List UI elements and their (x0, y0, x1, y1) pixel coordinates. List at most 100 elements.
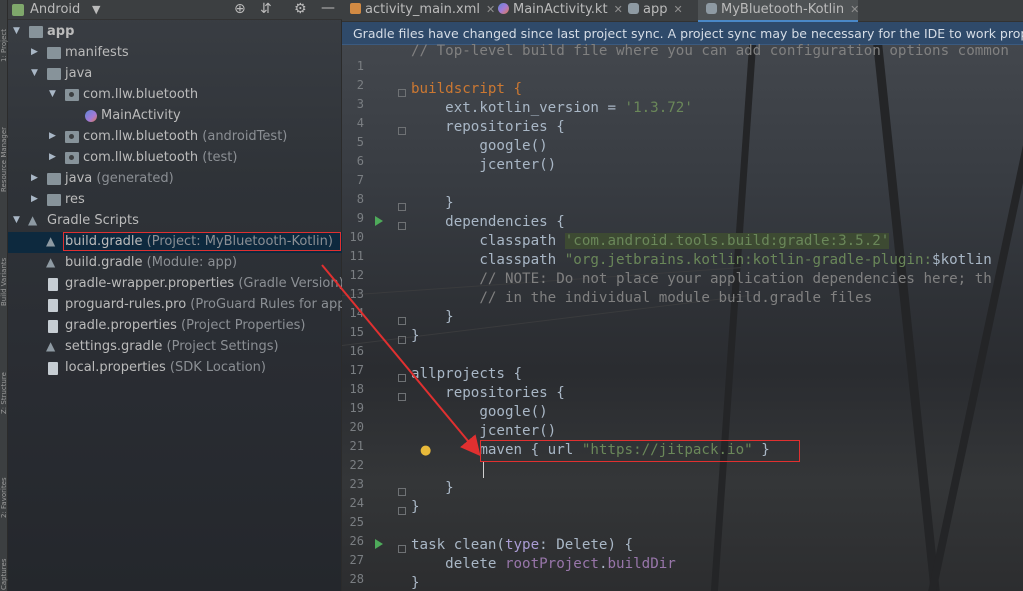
code-line[interactable]: jcenter() (411, 156, 1023, 175)
tree-item-package[interactable]: ▼ com.llw.bluetooth (8, 85, 342, 106)
tool-tab-resource-manager[interactable]: Resource Manager (0, 92, 8, 192)
fold-marker-icon[interactable] (398, 488, 406, 496)
code-line[interactable]: classpath 'com.android.tools.build:gradl… (411, 232, 1023, 251)
tool-tab-project[interactable]: 1: Project (0, 2, 8, 62)
chevron-down-icon[interactable]: ▼ (92, 3, 100, 16)
code-line[interactable]: repositories { (411, 118, 1023, 137)
tree-item-settings-gradle[interactable]: ▲ settings.gradle (Project Settings) (8, 337, 342, 358)
code-line[interactable]: ext.kotlin_version = '1.3.72' (411, 99, 1023, 118)
properties-file-icon (48, 278, 58, 291)
tree-item-proguard[interactable]: proguard-rules.pro (ProGuard Rules for a… (8, 295, 351, 316)
tool-tab-favorites[interactable]: 2: Favorites (0, 438, 8, 518)
chevron-right-icon[interactable]: ▶ (31, 173, 38, 183)
tree-item-label: com.llw.bluetooth (83, 87, 199, 102)
tab-app[interactable]: app ✕ (620, 0, 696, 22)
tree-item-gradle-scripts[interactable]: ▼ ▲ Gradle Scripts (8, 211, 342, 232)
code-line[interactable]: buildscript { (411, 80, 1023, 99)
tree-item-hint: (Project Settings) (166, 339, 279, 354)
tree-item-build-gradle-module[interactable]: ▲ build.gradle (Module: app) (8, 253, 342, 274)
fold-marker-icon[interactable] (398, 317, 406, 325)
fold-marker-icon[interactable] (398, 545, 406, 553)
code-line[interactable]: } (411, 574, 1023, 591)
tree-item-hint: (Module: app) (146, 255, 238, 270)
close-icon[interactable]: ✕ (850, 3, 859, 16)
code-line[interactable]: } (411, 194, 1023, 213)
gear-icon[interactable]: ⚙ (294, 1, 307, 17)
close-icon[interactable]: ✕ (673, 3, 682, 16)
code-line[interactable]: google() (411, 137, 1023, 156)
tree-item-app[interactable]: ▼ app (8, 22, 342, 43)
line-number: 23 (349, 477, 364, 491)
code-line[interactable]: dependencies { (411, 213, 1023, 232)
gradle-icon (628, 3, 639, 14)
tree-item-package-androidtest[interactable]: ▶ com.llw.bluetooth (androidTest) (8, 127, 342, 148)
code-line[interactable]: // Top-level build file where you can ad… (411, 42, 1023, 61)
chevron-down-icon[interactable]: ▼ (13, 215, 20, 225)
collapse-icon[interactable]: ⇵ (260, 1, 272, 17)
tree-item-java-generated[interactable]: ▶ java (generated) (8, 169, 342, 190)
run-gutter-icon[interactable] (375, 216, 383, 226)
tree-item-gradle-wrapper[interactable]: gradle-wrapper.properties (Gradle Versio… (8, 274, 344, 295)
code-line[interactable]: allprojects { (411, 365, 1023, 384)
chevron-down-icon[interactable]: ▼ (31, 68, 38, 78)
fold-marker-icon[interactable] (398, 393, 406, 401)
line-number: 28 (349, 572, 364, 586)
code-line[interactable]: // in the individual module build.gradle… (411, 289, 1023, 308)
fold-marker-icon[interactable] (398, 336, 406, 344)
fold-marker-icon[interactable] (398, 374, 406, 382)
tree-item-hint: (Project: MyBluetooth-Kotlin) (146, 234, 333, 249)
run-gutter-icon[interactable] (375, 539, 383, 549)
chevron-down-icon[interactable]: ▼ (13, 26, 20, 36)
tool-tab-build-variants[interactable]: Build Variants (0, 226, 8, 306)
fold-marker-icon[interactable] (398, 507, 406, 515)
code-line[interactable]: google() (411, 403, 1023, 422)
fold-marker-icon[interactable] (398, 203, 406, 211)
tree-item-res[interactable]: ▶ res (8, 190, 342, 211)
tree-item-local-properties[interactable]: local.properties (SDK Location) (8, 358, 342, 379)
tab-mainactivity-kt[interactable]: MainActivity.kt ✕ (490, 0, 623, 22)
tree-item-java[interactable]: ▼ java (8, 64, 342, 85)
tool-tab-captures[interactable]: Captures (0, 538, 8, 590)
tree-item-hint: (test) (202, 150, 238, 165)
tab-activity-main-xml[interactable]: activity_main.xml ✕ (342, 0, 495, 22)
code-line[interactable]: jcenter() (411, 422, 1023, 441)
code-line[interactable]: // NOTE: Do not place your application d… (411, 270, 1023, 289)
minimize-icon[interactable]: — (321, 0, 335, 16)
tree-item-build-gradle-project[interactable]: ▲ build.gradle (Project: MyBluetooth-Kot… (8, 232, 342, 253)
code-line[interactable]: } (411, 498, 1023, 517)
code-line[interactable]: } (411, 479, 1023, 498)
code-line[interactable]: delete rootProject.buildDir (411, 555, 1023, 574)
line-number: 3 (356, 97, 364, 111)
code-line[interactable]: classpath "org.jetbrains.kotlin:kotlin-g… (411, 251, 1023, 270)
gradle-icon: ▲ (28, 213, 38, 227)
tree-item-manifests[interactable]: ▶ manifests (8, 43, 342, 64)
folder-icon (47, 47, 61, 59)
fold-marker-icon[interactable] (398, 222, 406, 230)
code-line[interactable]: task clean(type: Delete) { (411, 536, 1023, 555)
code-line[interactable]: } (411, 308, 1023, 327)
line-number: 5 (356, 135, 364, 149)
tree-item-package-test[interactable]: ▶ com.llw.bluetooth (test) (8, 148, 342, 169)
code-editor: activity_main.xml ✕ MainActivity.kt ✕ app ✕… (342, 0, 1023, 591)
chevron-right-icon[interactable]: ▶ (49, 152, 56, 162)
chevron-right-icon[interactable]: ▶ (49, 131, 56, 141)
tree-item-label: gradle.properties (65, 318, 177, 333)
code-line[interactable]: repositories { (411, 384, 1023, 403)
tree-item-label: Gradle Scripts (47, 213, 139, 228)
tab-mybluetooth-kotlin[interactable]: MyBluetooth-Kotlin ✕ (698, 0, 859, 22)
tree-item-mainactivity[interactable]: MainActivity (8, 106, 342, 127)
line-number: 13 (349, 287, 364, 301)
chevron-down-icon[interactable]: ▼ (49, 89, 56, 99)
tree-item-gradle-properties[interactable]: gradle.properties (Project Properties) (8, 316, 342, 337)
code-line[interactable]: } (411, 327, 1023, 346)
tool-tab-structure[interactable]: Z: Structure (0, 344, 8, 414)
chevron-right-icon[interactable]: ▶ (31, 194, 38, 204)
editor-tabs: activity_main.xml ✕ MainActivity.kt ✕ app ✕… (342, 0, 1023, 22)
view-mode-selector[interactable]: Android (30, 2, 80, 17)
line-number: 11 (349, 249, 364, 263)
fold-marker-icon[interactable] (398, 89, 406, 97)
crosshair-icon[interactable]: ⊕ (234, 1, 246, 17)
chevron-right-icon[interactable]: ▶ (31, 47, 38, 57)
fold-marker-icon[interactable] (398, 127, 406, 135)
package-icon (65, 89, 79, 101)
